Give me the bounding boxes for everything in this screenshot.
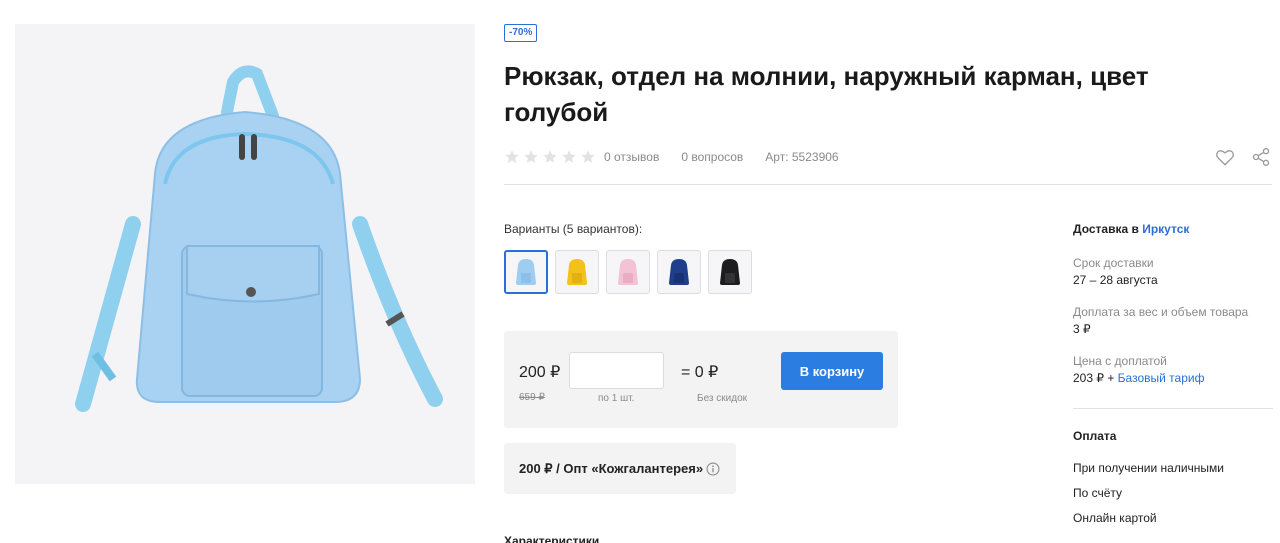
star-icon (524, 150, 538, 163)
backpack-thumbnail-icon (567, 259, 587, 285)
variant-light-blue[interactable] (504, 250, 548, 294)
variant-navy[interactable] (657, 250, 701, 294)
delivery-heading: Доставка в Иркутск (1073, 222, 1273, 236)
surcharge-label: Доплата за вес и объем товара (1073, 305, 1249, 319)
delivery-panel: Доставка в Иркутск Срок доставки 27 – 28… (1073, 222, 1273, 385)
per-unit-label: по 1 шт. (598, 393, 635, 404)
info-icon[interactable] (706, 462, 720, 476)
add-to-cart-button[interactable]: В корзину (781, 352, 883, 390)
payment-heading: Оплата (1073, 429, 1117, 443)
share-button[interactable] (1250, 146, 1272, 168)
price-box: 200 ₽ 659 ₽ по 1 шт. = 0 ₽ Без скидок В … (504, 331, 898, 428)
reviews-link[interactable]: 0 отзывов (604, 150, 659, 164)
price-with-surcharge-value: 203 ₽ + Базовый тариф (1073, 371, 1273, 385)
divider (504, 184, 1272, 185)
favorite-button[interactable] (1214, 146, 1236, 168)
payment-option-invoice[interactable]: По счёту (1073, 486, 1122, 500)
product-image[interactable] (15, 24, 475, 484)
price-with-surcharge-label: Цена с доплатой (1073, 354, 1167, 368)
total-price: = 0 ₽ (681, 364, 719, 381)
backpack-thumbnail-icon (618, 259, 638, 285)
star-icon (505, 150, 519, 163)
article-number: Арт: 5523906 (765, 150, 839, 164)
backpack-photo (15, 24, 475, 484)
price-with-surcharge-amount: 203 ₽ + (1073, 371, 1118, 385)
divider (1073, 408, 1273, 409)
backpack-thumbnail-icon (516, 259, 536, 285)
delivery-heading-prefix: Доставка в (1073, 222, 1143, 236)
payment-option-cash[interactable]: При получении наличными (1073, 461, 1224, 475)
current-price: 200 ₽ (519, 364, 561, 381)
heart-icon (1216, 150, 1234, 166)
star-icon (581, 150, 595, 163)
discount-badge: -70% (504, 24, 538, 42)
payment-option-card[interactable]: Онлайн картой (1073, 511, 1157, 525)
star-icon (543, 150, 557, 163)
surcharge-value: 3 ₽ (1073, 322, 1091, 336)
delivery-term-value: 27 – 28 августа (1073, 273, 1158, 287)
wholesale-price-label: 200 ₽ / Опт «Кожгалантерея» (519, 460, 704, 476)
share-icon (1252, 148, 1270, 166)
variant-black[interactable] (708, 250, 752, 294)
star-icon (562, 150, 576, 163)
delivery-term-label: Срок доставки (1073, 256, 1154, 270)
quantity-input[interactable] (569, 352, 664, 389)
variants-label: Варианты (5 вариантов): (504, 222, 643, 236)
characteristics-heading: Характеристики (504, 534, 600, 543)
tariff-link[interactable]: Базовый тариф (1118, 371, 1205, 385)
old-price: 659 ₽ (519, 392, 545, 403)
variant-yellow[interactable] (555, 250, 599, 294)
no-discount-label: Без скидок (697, 393, 747, 404)
variants-list (504, 250, 752, 294)
product-title: Рюкзак, отдел на молнии, наружный карман… (504, 61, 1149, 127)
backpack-thumbnail-icon (669, 259, 689, 285)
wholesale-price[interactable]: 200 ₽ / Опт «Кожгалантерея» (504, 443, 736, 494)
product-meta-row: 0 отзывов 0 вопросов Арт: 5523906 (504, 148, 1272, 166)
variant-pink[interactable] (606, 250, 650, 294)
city-link[interactable]: Иркутск (1142, 222, 1189, 236)
backpack-thumbnail-icon (720, 259, 740, 285)
rating-stars[interactable] (504, 149, 596, 165)
questions-link[interactable]: 0 вопросов (681, 150, 743, 164)
